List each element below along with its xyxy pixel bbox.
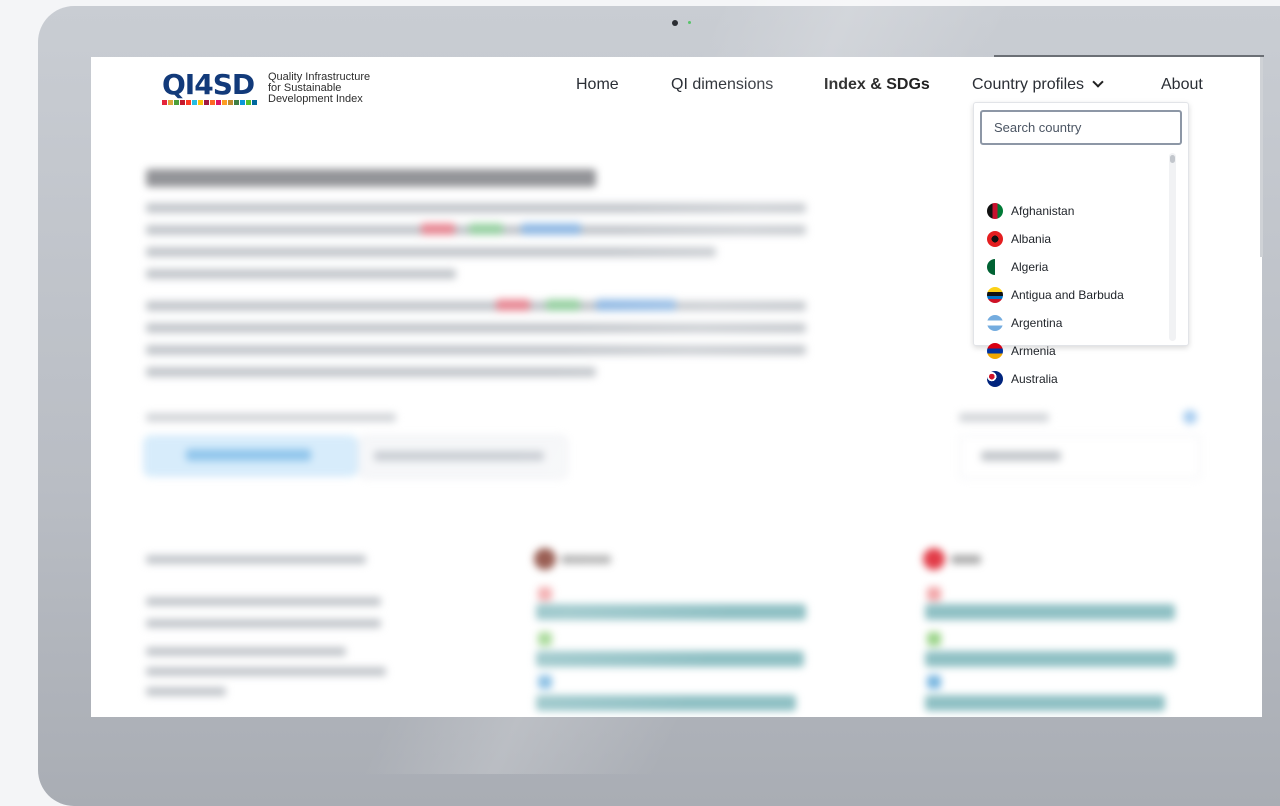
- blurred-text-line: [146, 323, 806, 333]
- blurred-green-word: [546, 299, 580, 311]
- argentina-flag-icon: [987, 315, 1003, 331]
- country-option-argentina[interactable]: Argentina: [987, 313, 1062, 333]
- blurred-sdg-icon: [538, 632, 552, 646]
- window-right-edge: [1260, 57, 1263, 257]
- dropdown-scrollbar[interactable]: [1169, 153, 1176, 341]
- blurred-label: [146, 413, 396, 422]
- australia-flag-icon: [987, 371, 1003, 387]
- camera-icon: [672, 20, 678, 26]
- blurred-text-line: [146, 687, 226, 696]
- country-dropdown: Afghanistan Albania Algeria Antigua and …: [973, 102, 1189, 387]
- country-option-afghanistan[interactable]: Afghanistan: [987, 201, 1074, 221]
- blurred-toggle-label: [374, 451, 544, 461]
- blurred-progress-bar: [536, 651, 804, 667]
- blurred-label: [959, 413, 1049, 422]
- browser-screen: QI4SD Quality Infrastructure for Sustain…: [91, 57, 1262, 717]
- albania-flag-icon: [987, 231, 1003, 247]
- armenia-flag-icon: [987, 343, 1003, 359]
- country-option-algeria[interactable]: Algeria: [987, 257, 1048, 277]
- blurred-select-value: [981, 451, 1061, 461]
- antigua-barbuda-flag-icon: [987, 287, 1003, 303]
- blurred-toggle-label: [186, 449, 311, 461]
- country-name: Armenia: [1011, 344, 1056, 358]
- country-option-albania[interactable]: Albania: [987, 229, 1051, 249]
- blurred-flag: [923, 548, 945, 570]
- blurred-text-line: [146, 647, 346, 656]
- afghanistan-flag-icon: [987, 203, 1003, 219]
- country-name: Australia: [1011, 372, 1058, 386]
- blurred-green-word: [469, 223, 503, 235]
- country-option-australia[interactable]: Australia: [987, 369, 1058, 389]
- blurred-label: [146, 555, 366, 564]
- blurred-sdg-icon: [927, 587, 941, 601]
- country-option-armenia[interactable]: Armenia: [987, 341, 1056, 361]
- blurred-sdg-icon: [927, 675, 941, 689]
- blurred-blue-word: [521, 223, 581, 235]
- country-name: Argentina: [1011, 316, 1063, 330]
- country-name: Afghanistan: [1011, 204, 1075, 218]
- blurred-text-line: [146, 301, 806, 311]
- blurred-sdg-icon: [927, 632, 941, 646]
- blurred-text-line: [146, 367, 596, 377]
- country-name: Antigua and Barbuda: [1011, 288, 1124, 302]
- blurred-text-line: [146, 203, 806, 213]
- country-name: Albania: [1011, 232, 1052, 246]
- blurred-red-word: [421, 223, 455, 235]
- blurred-progress-bar: [536, 604, 806, 620]
- blurred-text-line: [146, 247, 716, 257]
- blurred-text-line: [146, 269, 456, 279]
- country-option-antigua-and-barbuda[interactable]: Antigua and Barbuda: [987, 285, 1124, 305]
- blurred-sdg-icon: [538, 675, 552, 689]
- blurred-text-line: [146, 619, 381, 628]
- blurred-progress-bar: [925, 604, 1175, 620]
- blurred-info-icon: [1183, 410, 1197, 424]
- blurred-sdg-icon: [538, 587, 552, 601]
- blurred-text-line: [146, 345, 806, 355]
- blurred-progress-bar: [536, 695, 796, 711]
- blurred-text-line: [146, 597, 381, 606]
- algeria-flag-icon: [987, 259, 1003, 275]
- blurred-heading: [146, 169, 596, 187]
- country-name: Algeria: [1011, 260, 1049, 274]
- blurred-text-line: [146, 667, 386, 676]
- blurred-label: [561, 555, 611, 564]
- blurred-blue-word: [596, 299, 676, 311]
- scrollbar-thumb[interactable]: [1170, 155, 1175, 163]
- blurred-label: [951, 555, 981, 564]
- camera-led: [688, 21, 691, 24]
- blurred-progress-bar: [925, 651, 1175, 667]
- blurred-red-word: [496, 299, 530, 311]
- country-search-input[interactable]: [980, 110, 1182, 145]
- blurred-flag: [534, 548, 556, 570]
- blurred-progress-bar: [925, 695, 1165, 711]
